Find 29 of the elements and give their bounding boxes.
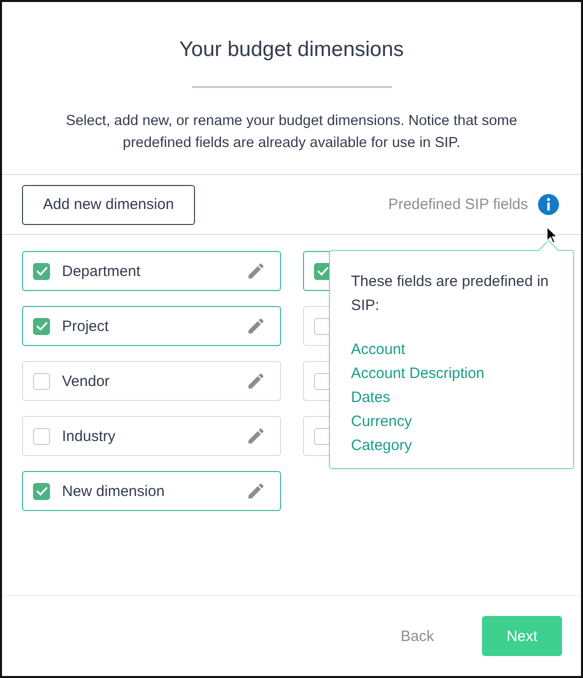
info-icon[interactable] xyxy=(538,194,559,215)
field-link[interactable]: Account Description xyxy=(351,362,484,386)
dimension-label: Project xyxy=(62,318,110,334)
page-title: Your budget dimensions xyxy=(178,38,405,62)
popover-text: These fields are predefined in SIP: xyxy=(351,272,550,316)
dimension-label: Industry xyxy=(62,428,116,444)
dimension-label: Vendor xyxy=(62,372,111,390)
pencil-icon[interactable] xyxy=(246,371,266,391)
field-link[interactable]: Dates xyxy=(351,386,390,410)
checkbox[interactable] xyxy=(33,318,50,334)
predefined-label: Predefined SIP fields xyxy=(388,196,528,213)
back-button[interactable]: Back xyxy=(390,620,444,652)
field-link[interactable]: Currency xyxy=(351,410,412,434)
checkbox[interactable] xyxy=(33,482,50,500)
dimension-label: Department xyxy=(62,262,142,280)
cursor-icon xyxy=(546,226,558,244)
next-button[interactable]: Next xyxy=(482,616,562,656)
checkbox[interactable] xyxy=(33,428,50,444)
pencil-icon[interactable] xyxy=(246,316,266,336)
pencil-icon[interactable] xyxy=(246,261,266,281)
checkbox[interactable] xyxy=(33,262,50,280)
pencil-icon[interactable] xyxy=(246,426,266,446)
description: Select, add new, or rename your budget dimensions. Notice that some predefined fields are already available for use in SIP. xyxy=(64,112,518,153)
checkbox[interactable] xyxy=(33,372,50,390)
add-dimension-button[interactable]: Add new dimension xyxy=(22,184,195,224)
dimension-label: New dimension xyxy=(62,482,166,500)
field-link[interactable]: Account xyxy=(351,338,406,362)
field-link[interactable]: Category xyxy=(351,434,412,458)
pencil-icon[interactable] xyxy=(246,481,266,501)
